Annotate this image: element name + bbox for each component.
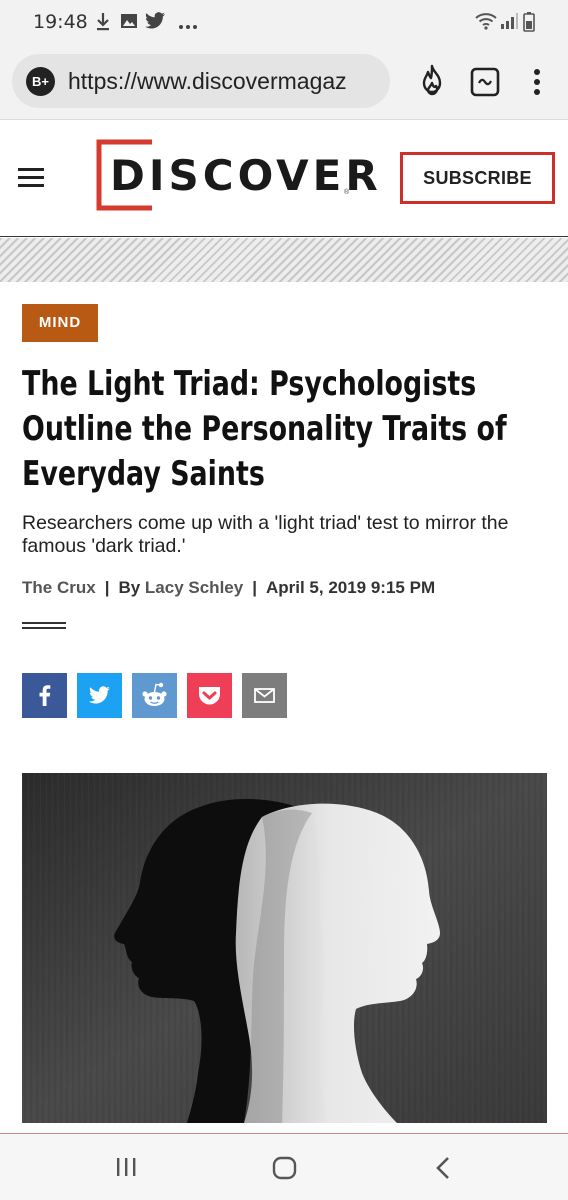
- status-bar: 19:48: [0, 0, 568, 44]
- hero-image[interactable]: [22, 773, 547, 1123]
- battery-icon: [523, 12, 535, 37]
- category-tag[interactable]: MIND: [22, 304, 98, 342]
- flame-icon[interactable]: [418, 64, 446, 101]
- wifi-icon: [475, 12, 497, 35]
- byline: The Crux | By Lacy Schley | April 5, 2019 9:…: [22, 578, 435, 598]
- url-text[interactable]: https://www.discovermagaz: [68, 68, 384, 95]
- byline-separator: |: [104, 578, 110, 597]
- byline-author-link[interactable]: Lacy Schley: [145, 578, 243, 597]
- logo-text: DISCOVER: [110, 151, 382, 200]
- home-icon[interactable]: [272, 1156, 298, 1185]
- image-icon: [120, 12, 138, 35]
- twitter-share-button[interactable]: [77, 673, 122, 718]
- system-navigation-bar: [0, 1133, 568, 1200]
- email-icon: [254, 688, 275, 703]
- hamburger-menu-icon[interactable]: [18, 168, 44, 188]
- subscribe-button[interactable]: SUBSCRIBE: [400, 152, 555, 204]
- twitter-icon: [88, 686, 110, 704]
- facebook-icon: [39, 685, 51, 706]
- reddit-icon: [142, 682, 167, 706]
- download-icon: [95, 12, 111, 37]
- registered-mark: ®: [344, 189, 350, 196]
- signal-icon: [500, 12, 518, 35]
- overflow-menu-icon[interactable]: [533, 68, 541, 101]
- byline-by: By: [118, 578, 141, 597]
- byline-blog-link[interactable]: The Crux: [22, 578, 96, 597]
- recent-apps-icon[interactable]: [115, 1156, 137, 1183]
- byline-separator: |: [252, 578, 257, 597]
- url-bar[interactable]: B+ https://www.discovermagaz: [12, 54, 390, 108]
- article-headline-container: The Light Triad: Psychologists Outline t…: [22, 362, 552, 497]
- tab-switcher-icon[interactable]: [470, 67, 500, 102]
- more-dots-icon: [178, 17, 198, 35]
- byline-rule: [22, 622, 66, 629]
- twitter-icon: [144, 12, 166, 35]
- byline-date: April 5, 2019 9:15 PM: [265, 578, 436, 597]
- pocket-icon: [199, 687, 220, 705]
- head-silhouettes-illustration: [22, 773, 547, 1123]
- bplus-badge-icon[interactable]: B+: [26, 67, 55, 96]
- article-headline: The Light Triad: Psychologists Outline t…: [22, 364, 507, 494]
- back-icon[interactable]: [434, 1156, 452, 1185]
- status-time: 19:48: [33, 11, 88, 33]
- pocket-share-button[interactable]: [187, 673, 232, 718]
- site-header: DISCOVER ® SUBSCRIBE: [0, 121, 568, 237]
- reddit-share-button[interactable]: [132, 673, 177, 718]
- article-subhead: Researchers come up with a 'light triad'…: [22, 512, 509, 557]
- facebook-share-button[interactable]: [22, 673, 67, 718]
- discover-logo[interactable]: DISCOVER ®: [96, 139, 378, 211]
- hatched-divider: [0, 238, 568, 282]
- email-share-button[interactable]: [242, 673, 287, 718]
- browser-toolbar: B+ https://www.discovermagaz: [0, 44, 568, 120]
